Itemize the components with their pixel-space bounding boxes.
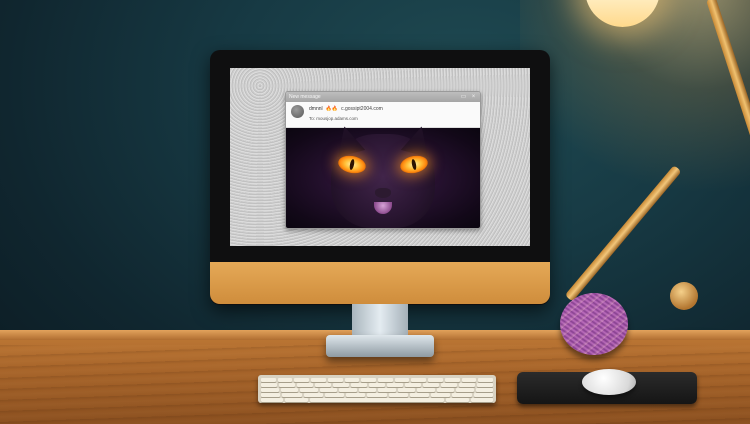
window-titlebar[interactable]: New message ▭ × [286,92,480,102]
desk-scene: New message ▭ × dmnnl 🔥🔥 c.gossipt2004.c… [0,0,750,424]
sender-email[interactable]: c.gossipt2004.com [341,106,383,112]
lamp-joint [670,282,698,310]
cat-nose [375,188,391,198]
fire-emoji-icon: 🔥🔥 [325,106,339,112]
imac-chin [210,262,550,304]
recipient-line: To: mousjop.adams.com [309,116,358,121]
sender-avatar [291,105,304,118]
sender-name: dmnnl [309,106,323,112]
yarn-ball-strands [560,293,628,355]
imac-stand-foot [326,335,434,357]
lamp-glow [520,0,750,220]
email-header: dmnnl 🔥🔥 c.gossipt2004.com To: mousjop.a… [286,102,480,128]
email-image-black-cat[interactable] [286,122,480,228]
keyboard[interactable] [258,375,496,403]
window-title: New message [289,94,321,100]
sender-line: dmnnl 🔥🔥 c.gossipt2004.com [309,106,383,112]
window-controls: ▭ × [460,94,477,101]
close-icon[interactable]: × [470,94,477,101]
email-window[interactable]: New message ▭ × dmnnl 🔥🔥 c.gossipt2004.c… [285,91,481,229]
computer-mouse[interactable] [582,369,636,395]
maximize-icon[interactable]: ▭ [460,94,467,101]
